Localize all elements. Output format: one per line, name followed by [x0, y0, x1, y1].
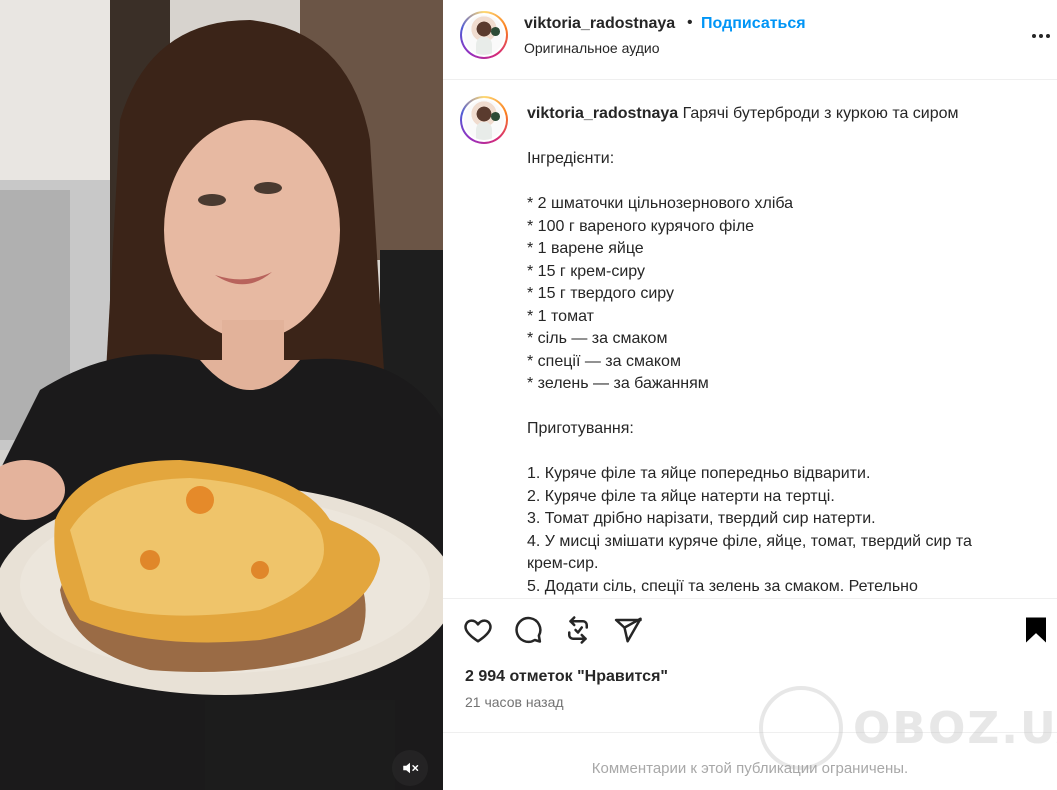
post-media[interactable]: [0, 0, 443, 790]
caption-line: 2. Куряче філе та яйце натерти на тертці…: [527, 487, 835, 505]
bookmark-icon[interactable]: [1021, 615, 1051, 645]
caption-line: 5. Додати сіль, спеції та зелень за смак…: [527, 577, 918, 595]
caption-line: * 15 г твердого сиру: [527, 285, 674, 302]
caption-line: [527, 396, 1047, 419]
caption-line: 1. Куряче філе та яйце попередньо відвар…: [527, 465, 871, 482]
post-photo: [0, 0, 443, 790]
caption-username[interactable]: viktoria_radostnaya: [527, 105, 678, 122]
caption-line: Приготування:: [527, 420, 634, 437]
caption-line: 3. Томат дрібно нарізати, твердий сир на…: [527, 510, 876, 527]
caption-title: Гарячі бутерброди з куркою та сиром: [682, 105, 959, 122]
avatar[interactable]: [460, 11, 508, 59]
username-link[interactable]: viktoria_radostnaya: [524, 15, 675, 33]
caption-line: Інгредієнти:: [527, 150, 615, 167]
muted-speaker-icon: [403, 762, 419, 774]
caption-line: [527, 441, 1047, 464]
caption-line: 4. У мисці змішати куряче філе, яйце, то…: [527, 532, 972, 550]
comments-closed-notice: Комментарии к этой публикации ограничены…: [591, 760, 909, 777]
caption-line: [527, 171, 1047, 194]
separator-dot: •: [687, 14, 693, 31]
watermark-text: OBOZ.UA: [853, 702, 1057, 754]
more-icon: [1032, 34, 1036, 38]
follow-button[interactable]: Подписаться: [701, 15, 806, 33]
comment-icon[interactable]: [513, 615, 543, 645]
caption-line: * зелень — за бажанням: [527, 375, 709, 392]
caption-section: viktoria_radostnaya Гарячі бутерброди з …: [443, 81, 1057, 598]
post-header: viktoria_radostnaya • Подписаться Оригин…: [443, 0, 1057, 80]
globe-icon: [759, 686, 843, 770]
likes-count[interactable]: 2 994 отметок "Нравится": [465, 668, 668, 686]
caption-line: * 1 томат: [527, 307, 594, 325]
more-options-button[interactable]: [1032, 26, 1054, 46]
caption-line: * 15 г крем-сиру: [527, 262, 645, 280]
repost-icon[interactable]: [563, 615, 593, 645]
caption-line: крем-сир.: [527, 555, 599, 572]
send-icon[interactable]: [613, 615, 643, 645]
heart-icon[interactable]: [463, 615, 493, 645]
caption-line: [527, 126, 1047, 149]
watermark: OBOZ.UA: [759, 686, 1057, 770]
caption-line: * сіль — за смаком: [527, 330, 668, 347]
post-timestamp[interactable]: 21 часов назад: [465, 694, 564, 710]
caption-line: * 1 варене яйце: [527, 240, 644, 257]
mute-button[interactable]: [392, 750, 428, 786]
audio-link[interactable]: Оригинальное аудио: [524, 40, 660, 56]
caption-line: * 2 шматочки цільнозернового хліба: [527, 195, 794, 212]
post-details-panel: viktoria_radostnaya • Подписаться Оригин…: [443, 0, 1057, 790]
caption-line: * 100 г вареного курячого філе: [527, 217, 755, 235]
caption-text: viktoria_radostnaya Гарячі бутерброди з …: [527, 103, 1047, 598]
action-bar: [443, 598, 1057, 658]
caption-line: * спеції — за смаком: [527, 352, 681, 370]
avatar[interactable]: [460, 96, 508, 144]
